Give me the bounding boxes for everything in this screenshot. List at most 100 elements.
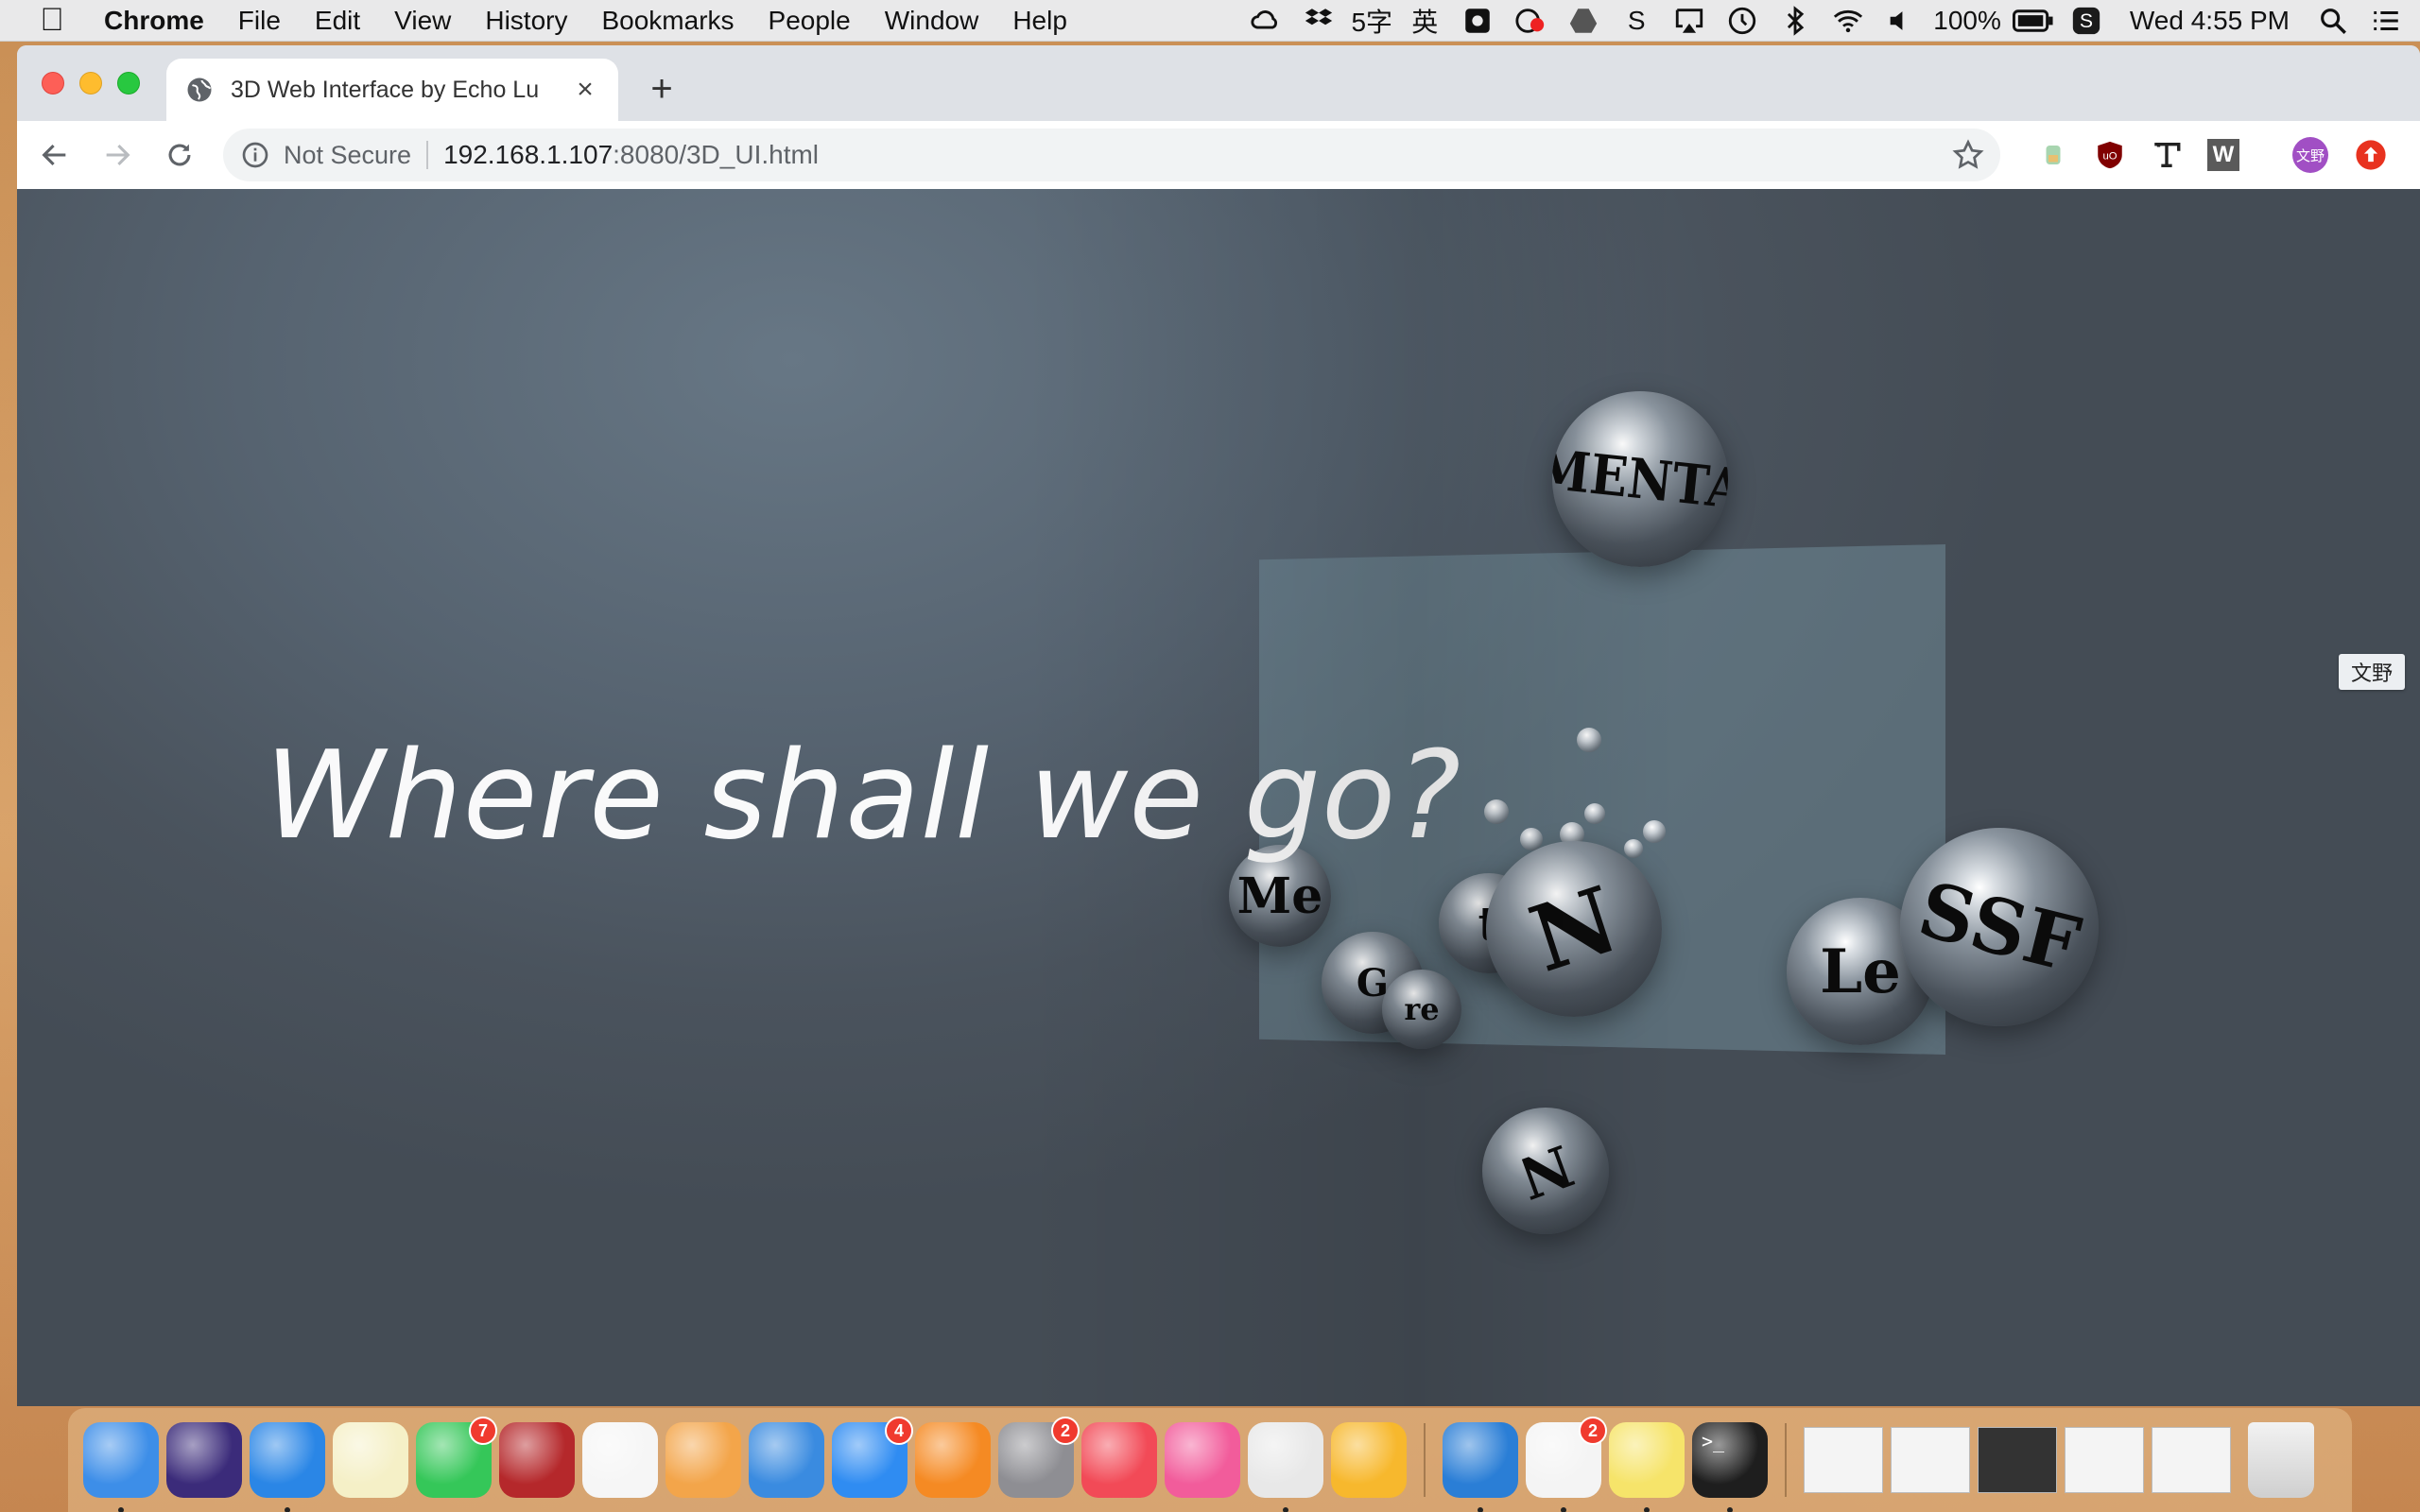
airplay-icon[interactable] xyxy=(1668,0,1710,42)
dock-chrome[interactable] xyxy=(1248,1422,1323,1512)
menu-app-chrome[interactable]: Chrome xyxy=(104,6,221,36)
battery-icon[interactable] xyxy=(2012,0,2054,42)
menu-history[interactable]: History xyxy=(468,6,584,36)
dock-notes[interactable] xyxy=(333,1422,408,1498)
dock-stickies[interactable] xyxy=(1609,1422,1685,1512)
tab-strip: 3D Web Interface by Echo Lu × + xyxy=(17,45,2420,121)
window-close-button[interactable] xyxy=(42,72,64,94)
reload-button[interactable] xyxy=(155,130,204,180)
ublock-origin-icon[interactable]: uO xyxy=(2087,132,2133,178)
menu-help[interactable]: Help xyxy=(995,6,1084,36)
sphere-g[interactable]: G xyxy=(1322,932,1424,1034)
drive-icon[interactable] xyxy=(1563,0,1604,42)
dock-terminal[interactable]: >_ xyxy=(1692,1422,1768,1512)
sphere-me[interactable]: Me xyxy=(1229,845,1331,947)
creative-cloud-icon[interactable] xyxy=(1245,0,1287,42)
update-button[interactable] xyxy=(2348,132,2394,178)
tab-close-icon[interactable]: × xyxy=(571,76,599,104)
window-maximize-button[interactable] xyxy=(117,72,140,94)
sphere-t[interactable]: t xyxy=(1439,873,1539,973)
dock-vscode[interactable] xyxy=(1443,1422,1518,1512)
notification-badge: 4 xyxy=(885,1417,913,1445)
dock-finder[interactable] xyxy=(83,1422,159,1512)
s-blue-app-icon[interactable]: S xyxy=(2066,0,2107,42)
new-tab-button[interactable]: + xyxy=(641,68,683,110)
wifi-icon[interactable] xyxy=(1827,0,1869,42)
small-bubble xyxy=(1643,820,1666,843)
dock-pages[interactable] xyxy=(666,1422,741,1498)
url-host: 192.168.1.107 xyxy=(443,140,614,169)
active-tab[interactable]: 3D Web Interface by Echo Lu × xyxy=(166,59,618,121)
bookmark-star-icon[interactable] xyxy=(1951,138,1985,172)
dock-trash[interactable] xyxy=(2248,1422,2314,1498)
volume-icon[interactable] xyxy=(1880,0,1922,42)
dock-books[interactable] xyxy=(915,1422,991,1498)
profile-avatar[interactable]: 文野 xyxy=(2288,132,2333,178)
dock-news[interactable] xyxy=(1081,1422,1157,1498)
reload-icon xyxy=(168,144,191,166)
running-indicator xyxy=(1478,1507,1483,1512)
puzzle-icon[interactable] xyxy=(1457,0,1498,42)
dock-photos[interactable] xyxy=(582,1422,658,1498)
input-method-indicator[interactable]: 5字 xyxy=(1351,0,1392,42)
dock-minimized-window[interactable] xyxy=(2152,1427,2231,1493)
notification-center-icon[interactable] xyxy=(2365,0,2407,42)
menu-bookmarks[interactable]: Bookmarks xyxy=(584,6,751,36)
sphere-menta[interactable]: MENTA xyxy=(1552,391,1728,567)
dock-minimized-window[interactable] xyxy=(1891,1427,1970,1493)
notification-badge: 2 xyxy=(1579,1417,1607,1445)
s-app-icon[interactable]: S xyxy=(1616,0,1657,42)
battery-percentage[interactable]: 100% xyxy=(1933,0,2001,42)
info-icon[interactable] xyxy=(240,140,270,170)
menu-edit[interactable]: Edit xyxy=(298,6,377,36)
w-extension-icon[interactable]: W xyxy=(2201,132,2246,178)
dock-separator xyxy=(1785,1423,1787,1497)
dropbox-icon[interactable] xyxy=(1298,0,1340,42)
bluetooth-icon[interactable] xyxy=(1774,0,1816,42)
running-indicator xyxy=(1727,1507,1733,1512)
security-label[interactable]: Not Secure xyxy=(284,141,411,170)
screen-recorder-icon[interactable] xyxy=(1510,0,1551,42)
dock-minimized-window[interactable] xyxy=(2065,1427,2144,1493)
sphere-ssf[interactable]: SSF xyxy=(1900,828,2099,1026)
sphere-re[interactable]: re xyxy=(1382,970,1461,1049)
leaf-extension-icon[interactable] xyxy=(2031,132,2076,178)
page-viewport[interactable]: MENTA Me G re t N Le SSF N Where shall w… xyxy=(17,189,2420,1406)
back-button[interactable] xyxy=(30,130,79,180)
dock-sketch[interactable] xyxy=(1331,1422,1407,1498)
sphere-n-bottom[interactable]: N xyxy=(1482,1108,1609,1234)
time-machine-icon[interactable] xyxy=(1721,0,1763,42)
input-language-indicator[interactable]: 英 xyxy=(1404,0,1445,42)
dock-slack[interactable]: 2 xyxy=(1526,1417,1607,1512)
sphere-n-center[interactable]: N xyxy=(1486,841,1662,1017)
menu-file[interactable]: File xyxy=(221,6,298,36)
clock[interactable]: Wed 4:55 PM xyxy=(2130,0,2290,42)
svg-text:S: S xyxy=(2080,9,2093,32)
dock-siri[interactable] xyxy=(166,1422,242,1498)
menu-window[interactable]: Window xyxy=(868,6,996,36)
dock-safari[interactable] xyxy=(250,1422,325,1512)
dock-minimized-window[interactable] xyxy=(1804,1427,1883,1493)
dock-system-preferences[interactable]: 2 xyxy=(998,1417,1080,1498)
dock-facetime[interactable]: 7 xyxy=(416,1417,497,1498)
browser-window: 3D Web Interface by Echo Lu × + Not Secu… xyxy=(17,45,2420,1406)
dock-keynote[interactable] xyxy=(749,1422,824,1498)
dock-photo-booth[interactable] xyxy=(499,1422,575,1498)
running-indicator xyxy=(118,1507,124,1512)
ime-badge[interactable]: 文野 xyxy=(2339,654,2405,690)
spotlight-search-icon[interactable] xyxy=(2312,0,2354,42)
profile-initials: 文野 xyxy=(2292,137,2328,173)
running-indicator xyxy=(1283,1507,1288,1512)
dock-minimized-window[interactable] xyxy=(1978,1427,2057,1493)
sphere-label: MENTA xyxy=(1552,436,1728,523)
apple-menu-icon[interactable]:  xyxy=(0,2,104,39)
window-minimize-button[interactable] xyxy=(79,72,102,94)
menu-view[interactable]: View xyxy=(377,6,468,36)
arrow-left-icon xyxy=(42,144,66,166)
dock-music[interactable] xyxy=(1165,1422,1240,1498)
forward-button[interactable] xyxy=(93,130,142,180)
menu-people[interactable]: People xyxy=(752,6,868,36)
address-bar[interactable]: Not Secure 192.168.1.107 :8080/3D_UI.htm… xyxy=(223,129,2000,181)
dock-app-store[interactable]: 4 xyxy=(832,1417,913,1498)
type-extension-icon[interactable] xyxy=(2144,132,2189,178)
